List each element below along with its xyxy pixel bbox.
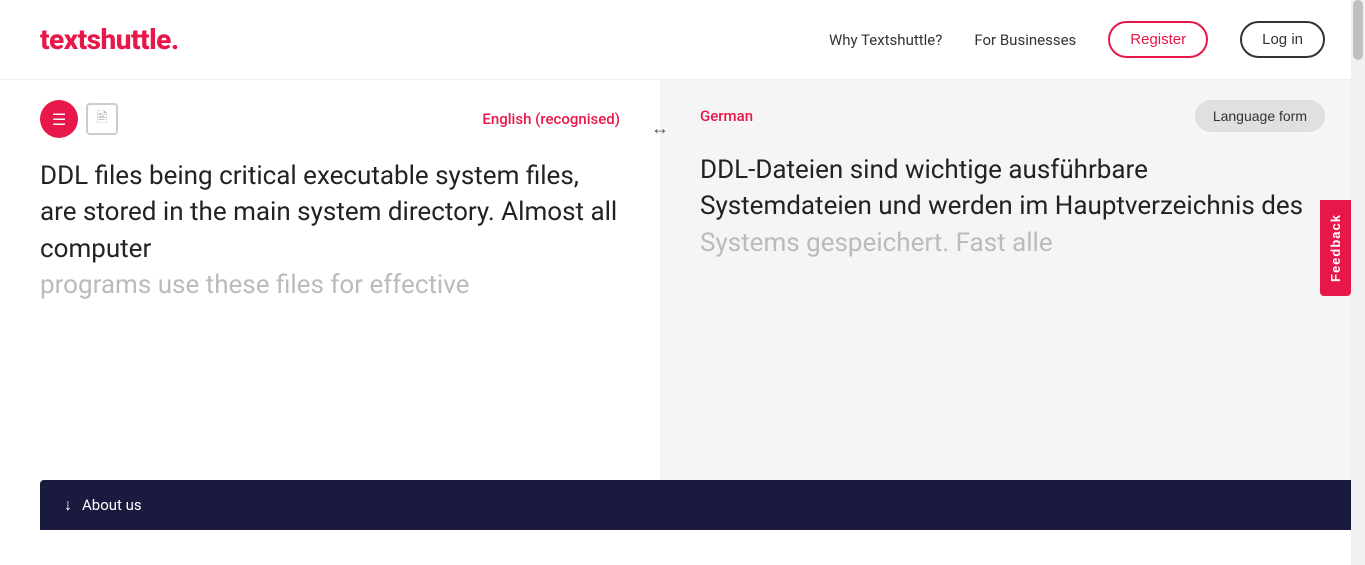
nav: Why Textshuttle? For Businesses Register…: [829, 21, 1325, 58]
nav-business[interactable]: For Businesses: [974, 31, 1076, 49]
target-lang-label: German: [700, 107, 753, 125]
document-icon[interactable]: 🖹: [86, 103, 118, 135]
about-bar[interactable]: ↓ About us: [40, 480, 1365, 530]
logo: textshuttle.: [40, 23, 179, 56]
source-lang-bar: ☰ 🖹 English (recognised): [40, 100, 620, 138]
translation-text-faded: Systems gespeichert. Fast alle: [700, 228, 1053, 258]
register-button[interactable]: Register: [1108, 21, 1208, 58]
source-text[interactable]: DDL files being critical executable syst…: [40, 158, 620, 487]
about-arrow: ↓: [64, 495, 72, 515]
target-lang-bar: German Language form: [700, 100, 1325, 132]
feedback-wrapper: Feedback: [1320, 200, 1351, 296]
translator: ☰ 🖹 English (recognised) DDL files being…: [0, 80, 1365, 530]
source-icons: ☰ 🖹: [40, 100, 118, 138]
scrollbar[interactable]: [1351, 0, 1365, 565]
source-lang-label[interactable]: English (recognised): [482, 110, 620, 128]
scrollbar-thumb[interactable]: [1353, 0, 1363, 60]
hamburger-icon[interactable]: ☰: [40, 100, 78, 138]
translation-text: DDL-Dateien sind wichtige ausführbare Sy…: [700, 152, 1325, 486]
header: textshuttle. Why Textshuttle? For Busine…: [0, 0, 1365, 80]
translation-text-visible: DDL-Dateien sind wichtige ausführbare Sy…: [700, 155, 1303, 221]
login-button[interactable]: Log in: [1240, 21, 1325, 58]
source-pane: ☰ 🖹 English (recognised) DDL files being…: [0, 80, 660, 530]
source-text-visible: DDL files being critical executable syst…: [40, 161, 617, 264]
language-form-button[interactable]: Language form: [1195, 100, 1325, 132]
feedback-button[interactable]: Feedback: [1320, 200, 1351, 296]
target-pane: German Language form DDL-Dateien sind wi…: [660, 80, 1365, 530]
source-text-faded: programs use these files for effective: [40, 270, 469, 300]
nav-why[interactable]: Why Textshuttle?: [829, 31, 942, 49]
about-bar-text: About us: [82, 496, 142, 514]
swap-icon[interactable]: ↔: [642, 110, 678, 146]
